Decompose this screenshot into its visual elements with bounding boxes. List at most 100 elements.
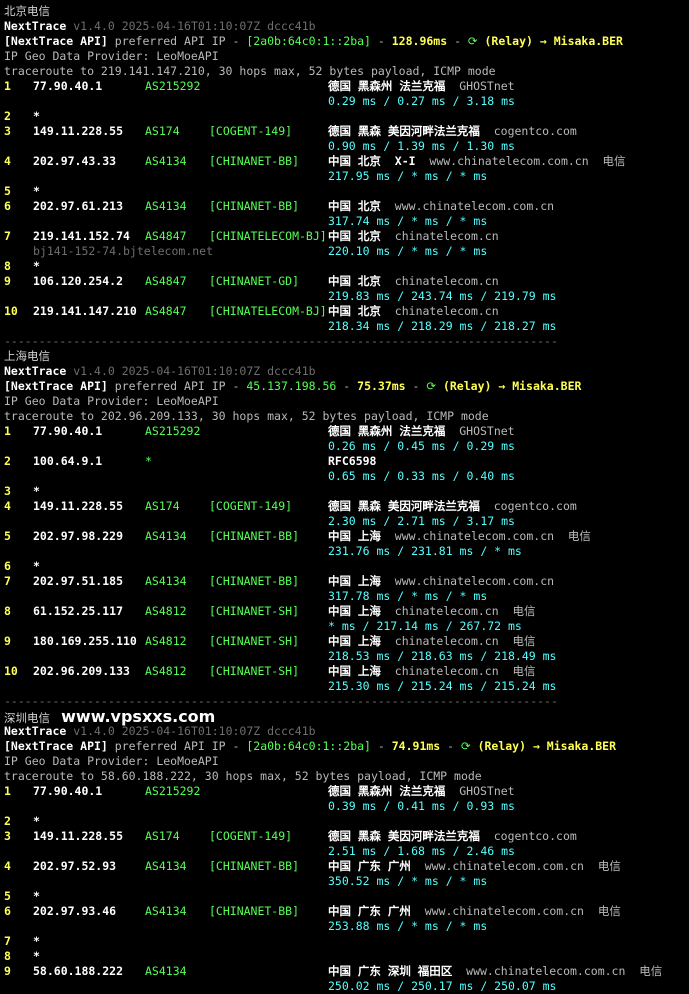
hop-geo-info: 中国 北京 www.chinatelecom.com.cn bbox=[328, 199, 554, 214]
hop-rtt: 250.02 ms / 250.17 ms / 250.07 ms bbox=[328, 979, 557, 993]
hop-geo-info: 中国 上海 chinatelecom.cn 电信 bbox=[328, 604, 536, 619]
hop-number: 1 bbox=[4, 79, 11, 93]
hop-rtt: 219.83 ms / 243.74 ms / 219.79 ms bbox=[328, 289, 557, 303]
hop-host: chinatelecom.cn bbox=[394, 604, 499, 618]
hop-tag: [COGENT-149] bbox=[209, 499, 293, 513]
hop-row: 9 58.60.188.222 AS4134 中国 广东 深圳 福田区 www.chi… bbox=[4, 964, 689, 979]
hop-number: 4 bbox=[4, 859, 11, 873]
hop-geo-info: 德国 黑森 美因河畔法兰克福 cogentco.com bbox=[328, 829, 577, 844]
hop-tag: [CHINANET-BB] bbox=[209, 904, 300, 918]
hop-tag: [CHINANET-GD] bbox=[209, 274, 300, 288]
hop-number: 9 bbox=[4, 964, 11, 978]
hop-rtt: 231.76 ms / 231.81 ms / * ms bbox=[328, 544, 522, 558]
hop-ip: 58.60.188.222 bbox=[33, 964, 124, 978]
version-text: v1.4.0 2025-04-16T01:10:07Z dccc41b bbox=[73, 19, 316, 33]
hop-row: 8 * bbox=[4, 259, 689, 274]
provider-line: IP Geo Data Provider: LeoMoeAPI bbox=[4, 394, 689, 409]
hop-row: 7 * bbox=[4, 934, 689, 949]
api-ip: [2a0b:64c0:1::2ba] bbox=[246, 34, 371, 48]
hop-ip: 149.11.228.55 bbox=[33, 829, 124, 843]
hop-host: chinatelecom.cn bbox=[394, 304, 499, 318]
hop-geo: 德国 黑森 美因河畔法兰克福 bbox=[328, 124, 480, 138]
provider-text: IP Geo Data Provider: LeoMoeAPI bbox=[4, 49, 219, 63]
hop-rtt-row: 218.53 ms / 218.63 ms / 218.49 ms bbox=[4, 649, 689, 664]
hop-number: 2 bbox=[4, 109, 11, 123]
hop-isp: 电信 bbox=[567, 529, 591, 543]
hop-rtt-row: 253.88 ms / * ms / * ms bbox=[4, 919, 689, 934]
relay-icon: ⟳ bbox=[467, 34, 485, 48]
hop-ip: 77.90.40.1 bbox=[33, 79, 103, 93]
hop-geo: 中国 广东 深圳 福田区 bbox=[328, 964, 453, 978]
hop-asn: AS174 bbox=[145, 499, 180, 513]
nexttrace-version-line: NextTrace v1.4.0 2025-04-16T01:10:07Z dc… bbox=[4, 724, 689, 739]
api-line: [NextTrace API] preferred API IP - 45.13… bbox=[4, 379, 689, 394]
hop-geo-info: 中国 北京 X-I www.chinatelecom.com.cn 电信 bbox=[328, 154, 626, 169]
hop-geo: 中国 上海 bbox=[328, 664, 381, 678]
hop-number: 2 bbox=[4, 814, 11, 828]
hop-geo-info: 中国 北京 chinatelecom.cn bbox=[328, 304, 499, 319]
hop-rtt-row: 350.52 ms / * ms / * ms bbox=[4, 874, 689, 889]
relay-icon: ⟳ bbox=[426, 379, 443, 393]
hop-geo: 德国 黑森 美因河畔法兰克福 bbox=[328, 829, 480, 843]
hop-number: 5 bbox=[4, 184, 11, 198]
hop-host: www.chinatelecom.com.cn bbox=[394, 529, 555, 543]
section-title: 上海电信 bbox=[4, 349, 689, 364]
hop-number: 1 bbox=[4, 424, 11, 438]
hop-geo: 中国 上海 bbox=[328, 634, 381, 648]
hop-rtt-row: 317.78 ms / * ms / * ms bbox=[4, 589, 689, 604]
hop-ip: 202.97.93.46 bbox=[33, 904, 117, 918]
relay-icon: ⟳ bbox=[461, 739, 478, 753]
hop-ip: 100.64.9.1 bbox=[33, 454, 103, 468]
api-label: [NextTrace API] bbox=[4, 379, 108, 393]
hop-isp: 电信 bbox=[512, 604, 536, 618]
hop-tag: [CHINANET-SH] bbox=[209, 604, 300, 618]
api-latency: 74.91ms bbox=[391, 739, 441, 753]
hop-geo-info: 德国 黑森 美因河畔法兰克福 cogentco.com bbox=[328, 124, 577, 139]
relay-text: (Relay) → Misaka.BER bbox=[442, 379, 582, 393]
hop-geo-info: 中国 上海 www.chinatelecom.com.cn 电信 bbox=[328, 529, 591, 544]
hop-asn: AS4847 bbox=[145, 304, 187, 318]
hop-ip: 61.152.25.117 bbox=[33, 604, 124, 618]
hop-rtt: 217.95 ms / * ms / * ms bbox=[328, 169, 488, 183]
hop-number: 7 bbox=[4, 934, 11, 948]
hop-ip: 149.11.228.55 bbox=[33, 124, 124, 138]
traceroute-line: traceroute to 202.96.209.133, 30 hops ma… bbox=[4, 409, 689, 424]
hop-row: 10 202.96.209.133 AS4812 [CHINANET-SH] 中国 上海… bbox=[4, 664, 689, 679]
hop-ip: * bbox=[33, 259, 40, 273]
hop-host: www.chinatelecom.com.cn bbox=[429, 154, 589, 168]
hop-tag: [CHINATELECOM-BJ] bbox=[209, 229, 327, 243]
hop-rtt: 317.78 ms / * ms / * ms bbox=[328, 589, 488, 603]
hop-isp: 电信 bbox=[597, 859, 621, 873]
api-ip: [2a0b:64c0:1::2ba] bbox=[246, 739, 371, 753]
traceroute-text: traceroute to 202.96.209.133, 30 hops ma… bbox=[4, 409, 489, 423]
hop-row: 1 77.90.40.1 AS215292 德国 黑森州 法兰克福 GHOSTnet bbox=[4, 424, 689, 439]
hop-host: GHOSTnet bbox=[459, 784, 515, 798]
hop-row: 1 77.90.40.1 AS215292 德国 黑森州 法兰克福 GHOSTnet bbox=[4, 784, 689, 799]
hop-row: 2 * bbox=[4, 109, 689, 124]
hop-rtt-row: 231.76 ms / 231.81 ms / * ms bbox=[4, 544, 689, 559]
hop-row: 6 * bbox=[4, 559, 689, 574]
hop-geo-info: RFC6598 bbox=[328, 454, 376, 469]
hop-geo: 中国 上海 bbox=[328, 574, 381, 588]
hop-row: 9 180.169.255.110 AS4812 [CHINANET-SH] 中国 上海… bbox=[4, 634, 689, 649]
hop-row: 7 202.97.51.185 AS4134 [CHINANET-BB] 中国 上海 w… bbox=[4, 574, 689, 589]
nexttrace-version-line: NextTrace v1.4.0 2025-04-16T01:10:07Z dc… bbox=[4, 19, 689, 34]
hop-geo-info: 中国 上海 chinatelecom.cn 电信 bbox=[328, 664, 536, 679]
hop-row: 4 202.97.43.33 AS4134 [CHINANET-BB] 中国 北京 X-… bbox=[4, 154, 689, 169]
hop-number: 6 bbox=[4, 904, 11, 918]
hop-isp: 电信 bbox=[639, 964, 663, 978]
hop-row: 4 202.97.52.93 AS4134 [CHINANET-BB] 中国 广东 广州… bbox=[4, 859, 689, 874]
hop-asn: AS215292 bbox=[145, 784, 201, 798]
hop-ip: 180.169.255.110 bbox=[33, 634, 137, 648]
hop-rdns: bj141-152-74.bjtelecom.net bbox=[33, 244, 214, 258]
api-latency: 128.96ms bbox=[391, 34, 448, 48]
hop-tag: [CHINATELECOM-BJ] bbox=[209, 304, 327, 318]
